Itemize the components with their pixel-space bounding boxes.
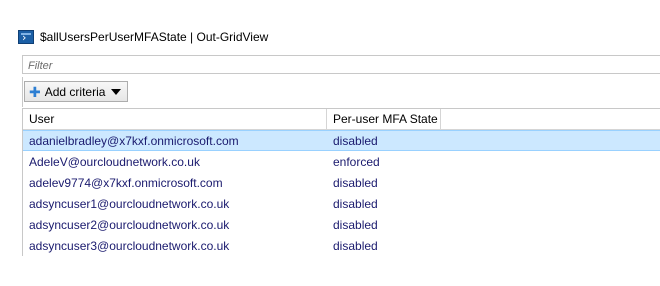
- results-grid: User Per-user MFA State adanielbradley@x…: [22, 108, 660, 256]
- cell-user: adsyncuser1@ourcloudnetwork.co.uk: [29, 196, 230, 211]
- criteria-bar: ✚ Add criteria: [22, 77, 660, 107]
- cell-user: adelev9774@x7kxf.onmicrosoft.com: [29, 175, 223, 190]
- table-row[interactable]: adanielbradley@x7kxf.onmicrosoft.com disa…: [23, 130, 660, 151]
- filter-input[interactable]: [23, 57, 660, 75]
- table-row[interactable]: adsyncuser1@ourcloudnetwork.co.uk disable…: [23, 193, 660, 214]
- cell-user: adsyncuser2@ourcloudnetwork.co.uk: [29, 217, 230, 232]
- table-row[interactable]: adelev9774@x7kxf.onmicrosoft.com disabled: [23, 172, 660, 193]
- cell-mfa-state: disabled: [333, 217, 378, 232]
- powershell-icon: [18, 30, 34, 44]
- grid-body: adanielbradley@x7kxf.onmicrosoft.com disa…: [23, 130, 660, 256]
- cell-mfa-state: disabled: [333, 175, 378, 190]
- grid-header: User Per-user MFA State: [23, 109, 660, 130]
- column-header-user[interactable]: User: [23, 109, 327, 129]
- column-header-mfa-state[interactable]: Per-user MFA State: [327, 109, 441, 129]
- plus-icon: ✚: [29, 83, 41, 100]
- window-title: $allUsersPerUserMFAState | Out-GridView: [40, 30, 269, 44]
- cell-user: AdeleV@ourcloudnetwork.co.uk: [29, 154, 200, 169]
- title-bar: $allUsersPerUserMFAState | Out-GridView: [18, 27, 268, 47]
- add-criteria-label: Add criteria: [44, 84, 106, 99]
- cell-user: adsyncuser3@ourcloudnetwork.co.uk: [29, 238, 230, 253]
- table-row[interactable]: adsyncuser2@ourcloudnetwork.co.uk disable…: [23, 214, 660, 235]
- table-row[interactable]: AdeleV@ourcloudnetwork.co.uk enforced: [23, 151, 660, 172]
- grid-view-window: $allUsersPerUserMFAState | Out-GridView …: [0, 0, 660, 286]
- filter-box: [22, 55, 660, 75]
- cell-mfa-state: disabled: [333, 133, 378, 148]
- caret-down-icon: [111, 88, 122, 95]
- cell-mfa-state: disabled: [333, 238, 378, 253]
- table-row[interactable]: adsyncuser3@ourcloudnetwork.co.uk disable…: [23, 235, 660, 256]
- cell-mfa-state: enforced: [333, 154, 380, 169]
- cell-mfa-state: disabled: [333, 196, 378, 211]
- add-criteria-button[interactable]: ✚ Add criteria: [24, 81, 129, 102]
- cell-user: adanielbradley@x7kxf.onmicrosoft.com: [29, 133, 239, 148]
